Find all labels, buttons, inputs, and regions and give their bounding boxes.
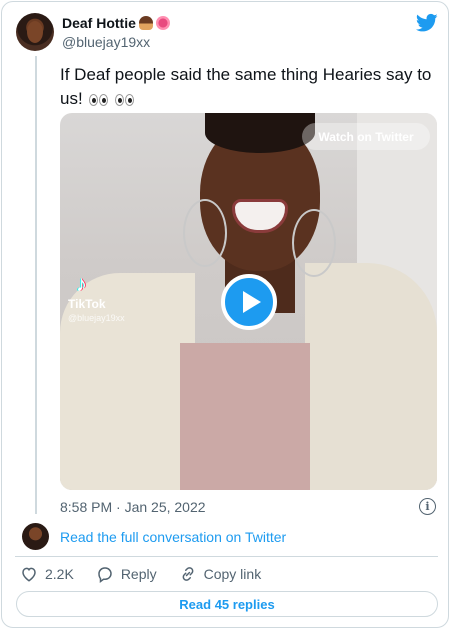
thread-line [35, 56, 37, 514]
divider [15, 556, 438, 557]
like-count: 2.2K [45, 566, 74, 582]
video-player[interactable]: Watch on Twitter ♪ TikTok @bluejay19xx [60, 113, 437, 490]
eyes-emoji-icon [115, 93, 135, 106]
embedded-tweet-card: Deaf Hottie @bluejay19xx If Deaf people … [1, 1, 449, 628]
tiktok-watermark: ♪ TikTok @bluejay19xx [68, 271, 125, 324]
watch-on-twitter-button[interactable]: Watch on Twitter [302, 123, 430, 150]
link-icon [182, 567, 194, 581]
reply-button[interactable]: Reply [96, 565, 157, 583]
deaf-person-emoji-icon [138, 16, 153, 30]
eyes-emoji-icon [89, 93, 109, 106]
copy-link-button[interactable]: Copy link [179, 565, 262, 583]
author-name[interactable]: Deaf Hottie [62, 15, 136, 31]
reply-icon [98, 567, 112, 583]
read-replies-button[interactable]: Read 45 replies [16, 591, 438, 617]
tweet-timestamp[interactable]: 8:58 PM · Jan 25, 2022 [60, 499, 206, 515]
tweet-text: If Deaf people said the same thing Heari… [60, 63, 440, 111]
action-bar: 2.2K Reply Copy link [20, 565, 283, 583]
conversation-avatar [22, 523, 49, 550]
twitter-logo-icon[interactable] [416, 13, 438, 33]
like-button[interactable]: 2.2K [20, 565, 74, 583]
play-button[interactable] [221, 274, 277, 330]
tiktok-logo-icon: ♪ [76, 271, 87, 296]
read-conversation-link[interactable]: Read the full conversation on Twitter [60, 529, 286, 545]
author-handle[interactable]: @bluejay19xx [62, 34, 150, 50]
tiktok-brand: TikTok [68, 297, 106, 311]
author-avatar[interactable] [16, 13, 54, 51]
copy-link-label: Copy link [203, 566, 262, 582]
author-name-row[interactable]: Deaf Hottie [62, 15, 170, 31]
reply-label: Reply [120, 566, 157, 582]
ear-emoji-icon [155, 16, 170, 30]
heart-icon [22, 567, 36, 582]
info-icon[interactable]: i [419, 498, 436, 515]
tiktok-user: @bluejay19xx [68, 313, 125, 323]
